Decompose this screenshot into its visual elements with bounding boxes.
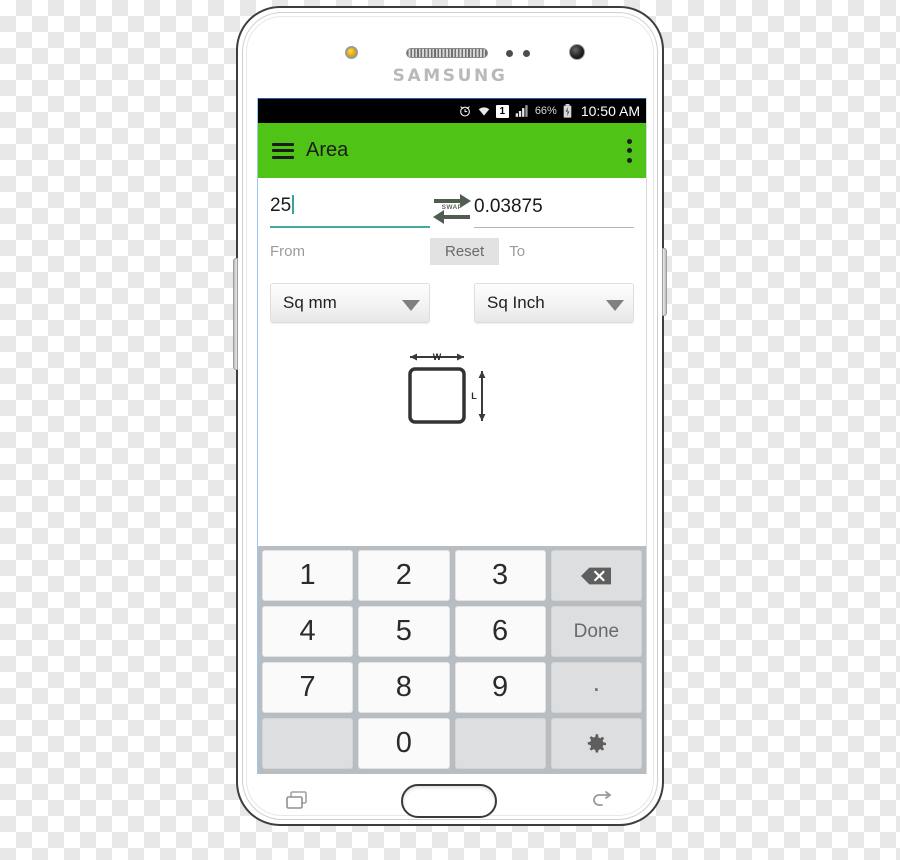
app-bar: Area [258,123,646,178]
signal-bars-icon [515,105,528,117]
wifi-icon [478,107,490,116]
from-field[interactable]: 25 [270,195,430,228]
recents-icon[interactable] [284,789,310,813]
back-icon[interactable] [588,789,616,813]
status-bar-icons: 1 66% 10:50 AM [458,103,640,119]
unit-row: Sq mm Sq Inch [258,265,646,323]
key-settings[interactable] [550,718,642,769]
front-camera-icon [569,44,585,60]
hamburger-icon[interactable] [272,142,294,159]
led-indicator-icon [345,46,358,59]
backspace-icon [581,567,612,584]
gear-icon [588,733,607,752]
to-underline [474,227,634,228]
key-4[interactable]: 4 [262,606,354,657]
keypad-row: 4 5 6 Done [262,606,642,657]
from-value-wrapper: 25 [270,195,430,226]
numeric-keypad: 1 2 3 4 5 6 Done 7 8 9. 0 [258,546,646,774]
key-blank-right [454,718,546,769]
status-bar: 1 66% 10:50 AM [258,98,646,123]
reset-area: Reset [430,238,500,265]
phone-device: SAMSUNG 1 66% 10:50 AM Area 25 SWAP 0.03… [233,6,667,828]
swap-icon[interactable]: SWAP [430,192,474,226]
value-row: 25 SWAP 0.03875 [258,178,646,228]
key-backspace[interactable] [550,550,642,601]
alarm-icon [459,106,470,117]
key-2[interactable]: 2 [358,550,450,601]
key-period[interactable]: . [550,662,642,713]
key-8[interactable]: 8 [358,662,450,713]
chevron-down-icon [402,299,420,311]
proximity-sensor-icon [506,50,513,57]
swap-area: SWAP [430,192,474,228]
to-value: 0.03875 [474,196,543,217]
hardware-nav-bar [238,774,662,828]
chevron-down-icon [606,299,624,311]
overflow-menu-icon[interactable] [626,138,632,163]
page-title: Area [306,139,349,161]
keypad-row: 123 [262,550,642,601]
battery-percent-label: 66% [534,105,557,117]
key-7[interactable]: 7 [262,662,354,713]
from-value: 25 [270,195,292,216]
brand-logo: SAMSUNG [392,66,508,86]
phone-top-hardware: SAMSUNG [238,8,662,100]
phone-screen: 1 66% 10:50 AM Area 25 SWAP 0.03875 From… [257,98,647,774]
light-sensor-icon [523,50,530,57]
from-unit-spinner[interactable]: Sq mm [270,283,430,323]
from-underline [270,226,430,228]
reset-button[interactable]: Reset [430,238,500,265]
converter-panel: 25 SWAP 0.03875 From Reset To Sq mm Sq I… [258,178,646,538]
area-diagram-wrapper: W L [258,323,646,435]
key-done[interactable]: Done [550,606,642,657]
width-label: W [433,352,442,362]
key-9[interactable]: 9 [454,662,546,713]
area-diagram-icon: W L [408,352,486,424]
status-bar-clock: 10:50 AM [580,103,640,119]
power-button[interactable] [662,248,667,316]
from-unit-label: Sq mm [283,293,337,312]
key-5[interactable]: 5 [358,606,450,657]
key-6[interactable]: 6 [454,606,546,657]
to-label: To [509,243,526,260]
sim-1-icon: 1 [495,104,509,118]
battery-icon [563,104,572,118]
text-cursor [292,195,295,214]
to-unit-spinner[interactable]: Sq Inch [474,283,634,323]
to-unit-label: Sq Inch [487,293,545,312]
from-label: From [270,243,305,260]
key-3[interactable]: 3 [454,550,546,601]
earpiece-speaker [406,48,488,58]
key-0[interactable]: 0 [358,718,450,769]
keypad-row: 789. [262,662,642,713]
to-field[interactable]: 0.03875 [474,196,634,228]
swap-label: SWAP [441,204,463,211]
home-button[interactable] [400,784,497,818]
label-row: From Reset To [258,228,646,265]
key-blank-left [262,718,354,769]
length-label: L [471,391,477,401]
keypad-row: 0 [262,718,642,769]
key-1[interactable]: 1 [262,550,354,601]
volume-button[interactable] [233,258,238,370]
